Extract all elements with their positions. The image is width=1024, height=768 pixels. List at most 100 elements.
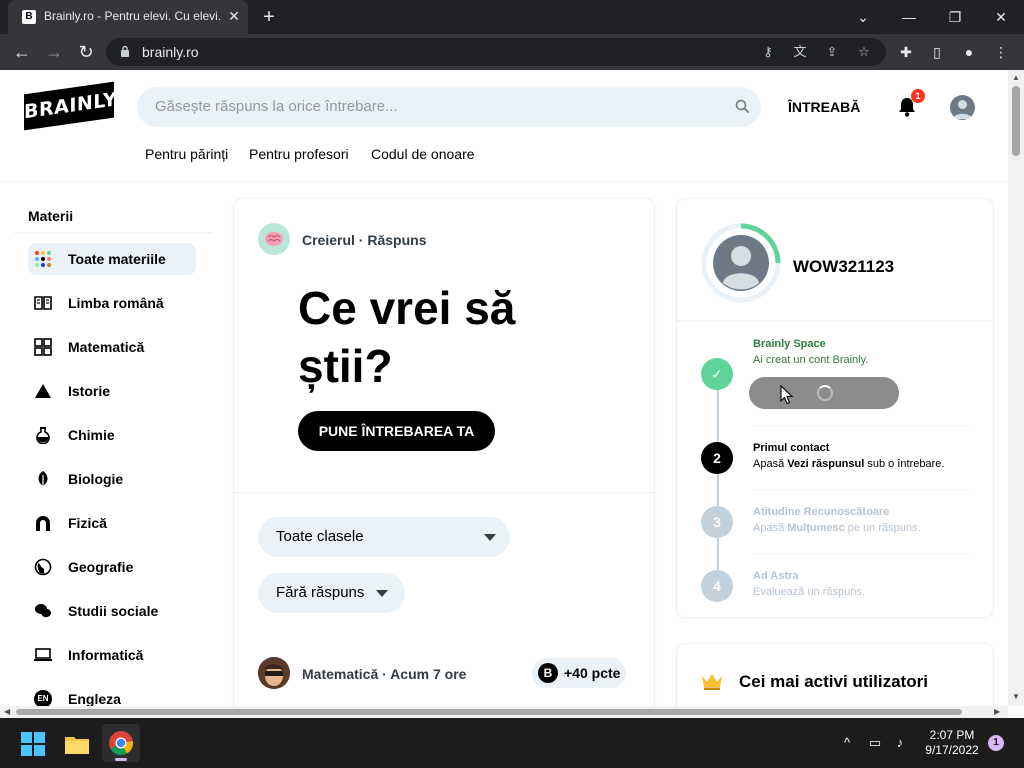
- sidebar-item-chemistry[interactable]: Chimie: [28, 419, 196, 451]
- horizontal-scrollbar[interactable]: ◀ ▶: [0, 706, 1008, 718]
- sidebar-item-geography[interactable]: Geografie: [28, 551, 196, 583]
- sidebar-item-biology[interactable]: Biologie: [28, 463, 196, 495]
- sidebar-item-label: Chimie: [68, 427, 115, 443]
- scroll-down-arrow-icon[interactable]: ▼: [1012, 692, 1020, 701]
- brainly-logo[interactable]: BRAINLY: [24, 81, 117, 131]
- clock-time: 2:07 PM: [929, 728, 975, 742]
- active-app-indicator: [115, 758, 127, 761]
- restore-button[interactable]: ❐: [944, 6, 966, 28]
- profile-divider: [677, 320, 993, 321]
- file-explorer-icon[interactable]: [64, 731, 90, 757]
- tab-search-icon[interactable]: ⌄: [852, 6, 874, 28]
- sidebar-item-informatics[interactable]: Informatică: [28, 639, 196, 671]
- address-bar[interactable]: brainly.ro ⚷ 文 ⇪ ☆: [106, 38, 886, 66]
- network-icon[interactable]: ▭: [866, 734, 884, 752]
- volume-icon[interactable]: ♪: [891, 734, 909, 752]
- question-meta: Matematică · Acum 7 ore: [302, 666, 467, 682]
- sidebar-item-math[interactable]: Matematică: [28, 331, 196, 363]
- search-input[interactable]: Găsește răspuns la orice întrebare...: [137, 87, 761, 127]
- feed-card: Creierul · Răspuns Ce vrei să știi? PUNE…: [234, 199, 654, 706]
- all-subjects-icon: [35, 251, 51, 267]
- scroll-right-arrow-icon[interactable]: ▶: [994, 707, 1000, 716]
- profile-avatar[interactable]: [701, 223, 781, 303]
- tab-close-icon[interactable]: ✕: [226, 8, 242, 24]
- sidebar-item-label: Engleza: [68, 691, 121, 706]
- crown-icon: [702, 674, 722, 690]
- step-3-title: Atitudine Recunoscătoare: [753, 506, 890, 518]
- sidebar-divider: [14, 232, 212, 233]
- minimize-button[interactable]: —: [898, 6, 920, 28]
- sidebar-item-physics[interactable]: Fizică: [28, 507, 196, 539]
- ask-question-link[interactable]: ÎNTREABĂ: [788, 99, 860, 115]
- language-icon: EN: [34, 690, 52, 706]
- grade-filter-select[interactable]: Toate clasele: [258, 517, 510, 557]
- step-3-desc: Apasă Mulțumesc pe un răspuns.: [753, 522, 921, 534]
- new-tab-button[interactable]: +: [258, 6, 280, 28]
- question-author-avatar[interactable]: [258, 657, 290, 689]
- feed-divider: [234, 492, 654, 493]
- lock-icon: [121, 45, 129, 57]
- vertical-scroll-thumb[interactable]: [1012, 86, 1020, 156]
- brainly-points-icon: B: [538, 663, 558, 683]
- leaf-icon: [38, 471, 48, 488]
- steps-connector: [717, 389, 719, 589]
- scroll-up-arrow-icon[interactable]: ▲: [1012, 73, 1020, 82]
- answer-filter-select[interactable]: Fără răspuns: [258, 573, 405, 613]
- sidebar-item-romanian[interactable]: Limba română: [28, 287, 196, 319]
- notification-center-badge[interactable]: 1: [988, 735, 1004, 751]
- sidebar-item-english[interactable]: EN Engleza: [28, 683, 196, 706]
- brain-meta: Creierul · Răspuns: [302, 232, 427, 248]
- side-panel-icon[interactable]: ▯: [926, 41, 948, 63]
- share-icon[interactable]: ⇪: [822, 42, 842, 62]
- browser-tab[interactable]: B Brainly.ro - Pentru elevi. Cu elevi. ✕: [8, 0, 248, 34]
- brainly-page: BRAINLY Găsește răspuns la orice întreba…: [0, 70, 1008, 706]
- reload-icon[interactable]: ↻: [74, 40, 98, 64]
- close-window-button[interactable]: ✕: [990, 6, 1012, 28]
- step-1-desc: Ai creat un cont Brainly.: [753, 354, 869, 366]
- windows-start-icon[interactable]: [20, 731, 46, 757]
- menu-kebab-icon[interactable]: ⋮: [990, 41, 1012, 63]
- sidebar-item-all-subjects[interactable]: Toate materiile: [28, 243, 196, 275]
- grade-filter-label: Toate clasele: [276, 528, 364, 545]
- key-icon[interactable]: ⚷: [758, 42, 778, 62]
- subjects-title: Materii: [28, 208, 74, 224]
- step-2-desc: Apasă Vezi răspunsul sub o întrebare.: [753, 458, 945, 470]
- profile-username[interactable]: WOW321123: [793, 257, 894, 277]
- chrome-taskbar-button[interactable]: [102, 724, 140, 762]
- subnav-parents-link[interactable]: Pentru părinți: [145, 146, 228, 162]
- forward-arrow-icon[interactable]: →: [42, 40, 66, 64]
- profile-icon[interactable]: ●: [958, 41, 980, 63]
- scroll-left-arrow-icon[interactable]: ◀: [4, 707, 10, 716]
- step-2-title: Primul contact: [753, 442, 830, 454]
- ask-question-button[interactable]: PUNE ÎNTREBAREA TA: [298, 411, 495, 451]
- sidebar-item-social-studies[interactable]: Studii sociale: [28, 595, 196, 627]
- book-icon: [34, 296, 52, 310]
- magnet-icon: [36, 516, 50, 531]
- subnav-honor-code-link[interactable]: Codul de onoare: [371, 146, 475, 162]
- top-users-title: Cei mai activi utilizatori: [739, 672, 928, 691]
- sidebar-item-label: Biologie: [68, 471, 124, 487]
- tray-chevron-icon[interactable]: ^: [838, 734, 856, 752]
- windows-taskbar: ^ ▭ ♪ 2:07 PM 9/17/2022 1: [0, 718, 1024, 768]
- sidebar-item-label: Limba română: [68, 295, 164, 311]
- top-users-card: Cei mai activi utilizatori: [677, 644, 993, 706]
- step-done-check-icon: ✓: [701, 358, 733, 390]
- sidebar-item-history[interactable]: Istorie: [28, 375, 196, 407]
- claim-reward-button[interactable]: [749, 377, 899, 409]
- back-arrow-icon[interactable]: ←: [10, 40, 34, 64]
- horizontal-scroll-thumb[interactable]: [16, 709, 962, 715]
- search-icon[interactable]: [735, 99, 749, 113]
- extensions-icon[interactable]: ✚: [895, 41, 917, 63]
- user-silhouette-icon: [953, 100, 972, 119]
- user-avatar[interactable]: [950, 95, 975, 120]
- bookmark-star-icon[interactable]: ☆: [854, 42, 874, 62]
- pyramid-icon: [35, 384, 51, 398]
- sidebar-item-label: Matematică: [68, 339, 145, 355]
- sidebar-item-label: Studii sociale: [68, 603, 159, 619]
- translate-icon[interactable]: 文: [790, 42, 810, 62]
- chat-icon: [35, 604, 51, 618]
- clock[interactable]: 2:07 PM 9/17/2022: [920, 728, 984, 758]
- vertical-scrollbar[interactable]: ▲ ▼: [1008, 70, 1024, 706]
- caret-down-icon: [376, 590, 388, 597]
- subnav-teachers-link[interactable]: Pentru profesori: [249, 146, 349, 162]
